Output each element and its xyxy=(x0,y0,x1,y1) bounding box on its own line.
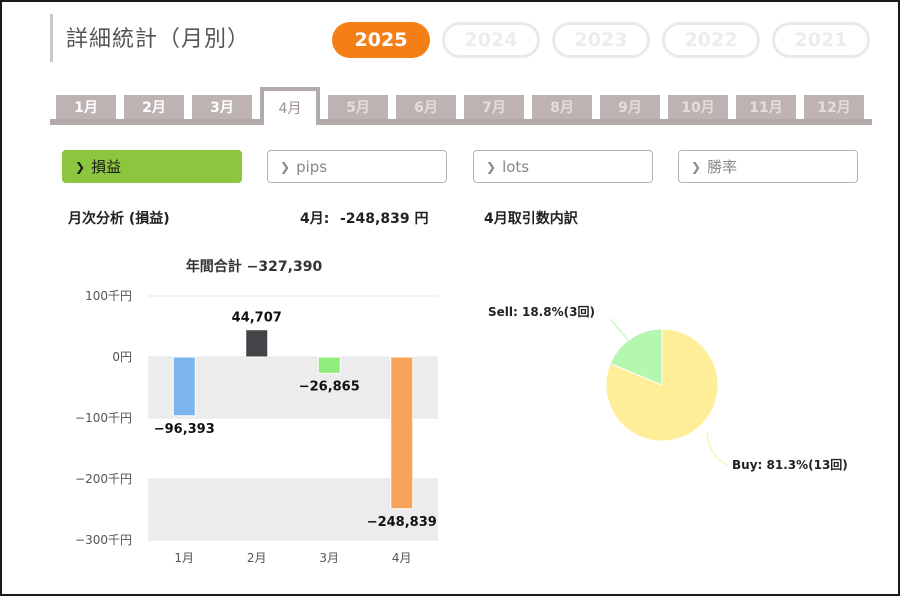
metric-label: pips xyxy=(296,157,328,176)
bar-3[interactable] xyxy=(317,356,341,374)
chevron-right-icon: ❯ xyxy=(691,159,702,174)
year-button-2024[interactable]: 2024 xyxy=(442,22,540,58)
metric-button-pnl[interactable]: ❯ 損益 xyxy=(62,150,242,183)
metric-label: lots xyxy=(502,157,530,176)
pie-slices xyxy=(605,328,719,442)
tab-month-7[interactable]: 7月 xyxy=(464,95,524,119)
bar-1[interactable] xyxy=(172,356,196,417)
buy-label-connector xyxy=(706,431,729,466)
metric-button-lots[interactable]: ❯ lots xyxy=(473,150,653,183)
chevron-right-icon: ❯ xyxy=(75,159,86,174)
tab-month-11[interactable]: 11月 xyxy=(736,95,796,119)
trade-breakdown-pie-chart: Sell: 18.8%(3回) Buy: 81.3%(13回) xyxy=(488,305,848,472)
tab-month-6[interactable]: 6月 xyxy=(396,95,456,119)
y-tick-label: −300千円 xyxy=(75,533,132,547)
tab-month-8[interactable]: 8月 xyxy=(532,95,592,119)
month-label: 4月: xyxy=(300,211,330,227)
tab-month-10[interactable]: 10月 xyxy=(668,95,728,119)
bar-4[interactable] xyxy=(390,356,414,510)
sell-label-connector xyxy=(609,318,629,341)
y-tick-label: −200千円 xyxy=(75,472,132,486)
year-button-2022[interactable]: 2022 xyxy=(662,22,760,58)
month-tabs-baseline xyxy=(50,119,872,125)
metric-button-pips[interactable]: ❯ pips xyxy=(267,150,447,183)
pie-label-buy: Buy: 81.3%(13回) xyxy=(732,458,848,472)
x-tick-label: 1月 xyxy=(174,551,194,565)
bar-value-label: −248,839 xyxy=(367,515,437,530)
y-axis-ticks: 100千円 0円 −100千円 −200千円 −300千円 xyxy=(75,289,132,547)
bar-value-label: −26,865 xyxy=(299,379,360,394)
year-button-2025[interactable]: 2025 xyxy=(332,22,430,58)
x-axis-labels: 1月 2月 3月 4月 xyxy=(174,551,411,565)
year-button-2023[interactable]: 2023 xyxy=(552,22,650,58)
tab-month-3[interactable]: 3月 xyxy=(192,95,252,119)
bar-value-label: 44,707 xyxy=(232,311,282,326)
tab-month-4[interactable]: 4月 xyxy=(260,87,320,125)
x-tick-label: 2月 xyxy=(247,551,267,565)
chart-title: 年間合計 −327,390 xyxy=(186,258,323,275)
x-tick-label: 4月 xyxy=(392,551,412,565)
y-tick-label: 0円 xyxy=(112,350,132,364)
tab-month-1[interactable]: 1月 xyxy=(56,95,116,119)
y-tick-label: −100千円 xyxy=(75,411,132,425)
chevron-right-icon: ❯ xyxy=(280,159,291,174)
section-title: 月次分析 (損益) xyxy=(68,211,170,227)
y-tick-label: 100千円 xyxy=(85,289,132,303)
tab-month-5[interactable]: 5月 xyxy=(328,95,388,119)
tab-month-12[interactable]: 12月 xyxy=(804,95,864,119)
tab-month-9[interactable]: 9月 xyxy=(600,95,660,119)
monthly-pnl-bar-chart: 年間合計 −327,390 100千円0円−100千円−200千円−300千円 … xyxy=(75,258,438,565)
page-title-block: 詳細統計（月別） xyxy=(50,14,270,62)
pie-label-sell: Sell: 18.8%(3回) xyxy=(488,305,595,319)
month-value: -248,839 円 xyxy=(340,211,429,227)
metric-button-winrate[interactable]: ❯ 勝率 xyxy=(678,150,858,183)
year-button-2021[interactable]: 2021 xyxy=(772,22,870,58)
metric-label: 勝率 xyxy=(707,158,738,176)
metric-label: 損益 xyxy=(91,158,122,176)
page-title: 詳細統計（月別） xyxy=(66,27,251,52)
x-tick-label: 3月 xyxy=(319,551,339,565)
chevron-right-icon: ❯ xyxy=(486,159,497,174)
bar-2[interactable] xyxy=(245,329,269,358)
bar-value-label: −96,393 xyxy=(154,422,215,437)
breakdown-title: 4月取引数内訳 xyxy=(484,211,578,227)
tab-month-2[interactable]: 2月 xyxy=(124,95,184,119)
